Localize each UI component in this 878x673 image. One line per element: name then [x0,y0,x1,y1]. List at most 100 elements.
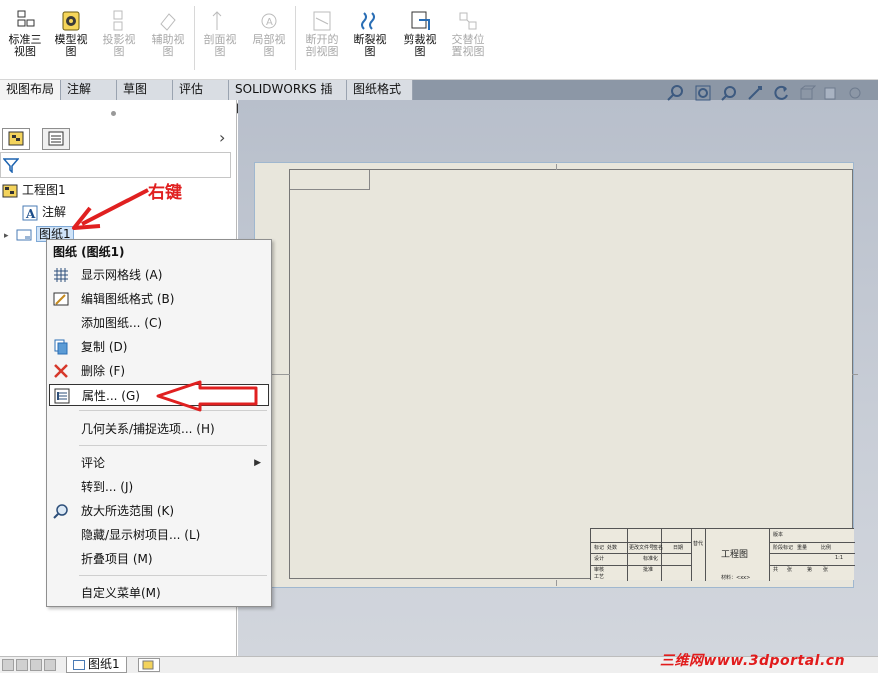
annotation-arrow-properties [156,380,258,412]
menu-item-hide-show-tree-items[interactable]: 隐藏/显示树项目... (L) [49,524,269,546]
title-block-cell: 版本 [773,532,784,538]
broken-out-section-label: 断开的 剖视图 [305,33,339,58]
tree-filter-field[interactable] [0,152,231,178]
menu-item-collapse-items[interactable]: 折叠项目 (M) [49,548,269,570]
title-block-cell: 批准 [643,567,654,573]
model-view-button[interactable]: 模型视 图 [46,8,96,78]
title-block-cell: 张 [787,567,793,573]
detail-view-label: 局部视 图 [252,33,286,58]
title-block-cell: 标准化 [643,556,659,562]
next-sheet-button[interactable] [30,659,42,671]
detail-view-icon: A [258,10,280,32]
sheet-tab[interactable]: 图纸1 [66,657,127,673]
menu-item-go-to[interactable]: 转到... (J) [49,476,269,498]
title-block-scale: 1:1 [835,555,844,561]
copy-icon [53,339,69,355]
menu-item-edit-sheet-format[interactable]: 编辑图纸格式 (B) [49,288,269,310]
tab-evaluate[interactable]: 评估 [173,80,229,100]
pan-icon[interactable] [746,84,764,102]
svg-text:A: A [266,17,273,28]
grid-icon [53,267,69,283]
crop-view-icon [409,10,431,32]
feature-manager-tab[interactable] [2,128,30,150]
title-block: 标记 处数 更改文件号 签名 日期 设计 标准化 审核 批准 工艺 版本 阶段标… [590,528,855,581]
watermark: 三维网www.3dportal.cn [660,653,846,669]
drawing-sheet[interactable]: 标记 处数 更改文件号 签名 日期 设计 标准化 审核 批准 工艺 版本 阶段标… [254,162,858,588]
auxiliary-view-label: 辅助视 图 [151,33,185,58]
title-block-cell: 标记 [594,545,605,551]
property-manager-tab[interactable] [42,128,70,150]
title-block-cell: 更改文件号 [629,545,655,551]
annotation-icon: A [22,205,38,221]
filter-icon [3,158,19,173]
menu-item-show-grid[interactable]: 显示网格线 (A) [49,264,269,286]
sheet-icon [73,659,85,670]
hide-show-icon[interactable] [846,84,864,102]
break-view-button[interactable]: 断裂视 图 [345,8,395,78]
title-block-cell: 处数 [607,545,618,551]
tab-solidworks-addins[interactable]: SOLIDWORKS 插件 [229,80,347,115]
title-block-cell: 阶段标记 [773,545,794,551]
view-orientation-icon[interactable] [798,84,817,102]
menu-item-customize-menu[interactable]: 自定义菜单(M) [49,582,269,604]
properties-icon [54,388,70,404]
drawing-document-icon [2,183,18,199]
previous-view-icon[interactable] [720,84,738,102]
first-sheet-button[interactable] [2,659,14,671]
projected-view-button[interactable]: 投影视 图 [94,8,144,78]
zone-tick [556,164,557,170]
menu-item-zoom-to-selection[interactable]: 放大所选范围 (K) [49,500,269,522]
crop-view-button[interactable]: 剪裁视 图 [395,8,445,78]
tab-view-layout[interactable]: 视图布局 [0,80,61,100]
zoom-to-fit-icon[interactable] [666,84,684,102]
title-block-material: 材料：<xx> [721,575,751,581]
sheet-tab-label: 图纸1 [88,657,120,671]
broken-out-section-icon [311,10,333,32]
menu-item-relations-snaps[interactable]: 几何关系/捕捉选项... (H) [49,418,269,440]
alternate-position-view-icon [457,10,479,32]
projected-view-label: 投影视 图 [102,33,136,58]
menu-item-delete[interactable]: 删除 (F) [49,360,269,382]
context-menu-header: 图纸 (图纸1) [53,245,125,259]
annotation-arrow [72,188,149,230]
tree-item-drawing[interactable]: 工程图1 [2,180,66,200]
menu-item-comments[interactable]: 评论 ▶ [49,452,269,474]
alternate-position-view-label: 交替位 置视图 [451,33,485,58]
sheet-context-menu: 图纸 (图纸1) 显示网格线 (A) 编辑图纸格式 (B) 添加图纸... (C… [46,239,272,607]
menu-item-copy[interactable]: 复制 (D) [49,336,269,358]
detail-view-button[interactable]: A 局部视 图 [244,8,294,78]
broken-out-section-button[interactable]: 断开的 剖视图 [297,8,347,78]
expand-arrow-icon[interactable]: ▸ [4,226,16,246]
tab-sheet-format[interactable]: 图纸格式 [347,80,413,100]
command-manager-ribbon: 标准三 视图 模型视 图 投影视 图 辅助视 图 剖面视 图 A 局部视 图 断… [0,0,878,80]
standard-3-view-button[interactable]: 标准三 视图 [0,8,50,78]
submenu-arrow-icon: ▶ [254,458,261,468]
annotation-right-click-label: 右键 [148,183,182,203]
alternate-position-view-button[interactable]: 交替位 置视图 [443,8,493,78]
last-sheet-button[interactable] [44,659,56,671]
tab-sketch[interactable]: 草图 [117,80,173,100]
previous-sheet-button[interactable] [16,659,28,671]
title-block-cell: 签名 [653,545,664,551]
display-style-icon[interactable] [822,84,840,102]
title-block-title: 工程图 [721,550,749,560]
chevron-right-icon[interactable]: › [219,128,225,147]
add-sheet-button[interactable] [138,658,160,672]
graphics-area[interactable]: 标记 处数 更改文件号 签名 日期 设计 标准化 审核 批准 工艺 版本 阶段标… [238,100,878,656]
ribbon-separator [295,6,296,70]
tab-annotation[interactable]: 注解 [61,80,117,100]
auxiliary-view-button[interactable]: 辅助视 图 [143,8,193,78]
rotate-icon[interactable] [772,84,790,102]
zoom-area-icon[interactable] [694,84,712,102]
section-view-button[interactable]: 剖面视 图 [195,8,245,78]
zone-tick [852,374,858,375]
title-block-cell: 共 [773,567,779,573]
projected-view-icon [108,10,130,32]
title-block-cell: 第 [807,567,813,573]
menu-item-add-sheet[interactable]: 添加图纸... (C) [49,312,269,334]
standard-3-view-label: 标准三 视图 [8,33,42,58]
svg-text:A: A [25,207,36,221]
section-view-icon [209,10,231,32]
panel-resize-handle[interactable] [111,111,116,116]
title-block-cell: 替代 [693,541,704,547]
